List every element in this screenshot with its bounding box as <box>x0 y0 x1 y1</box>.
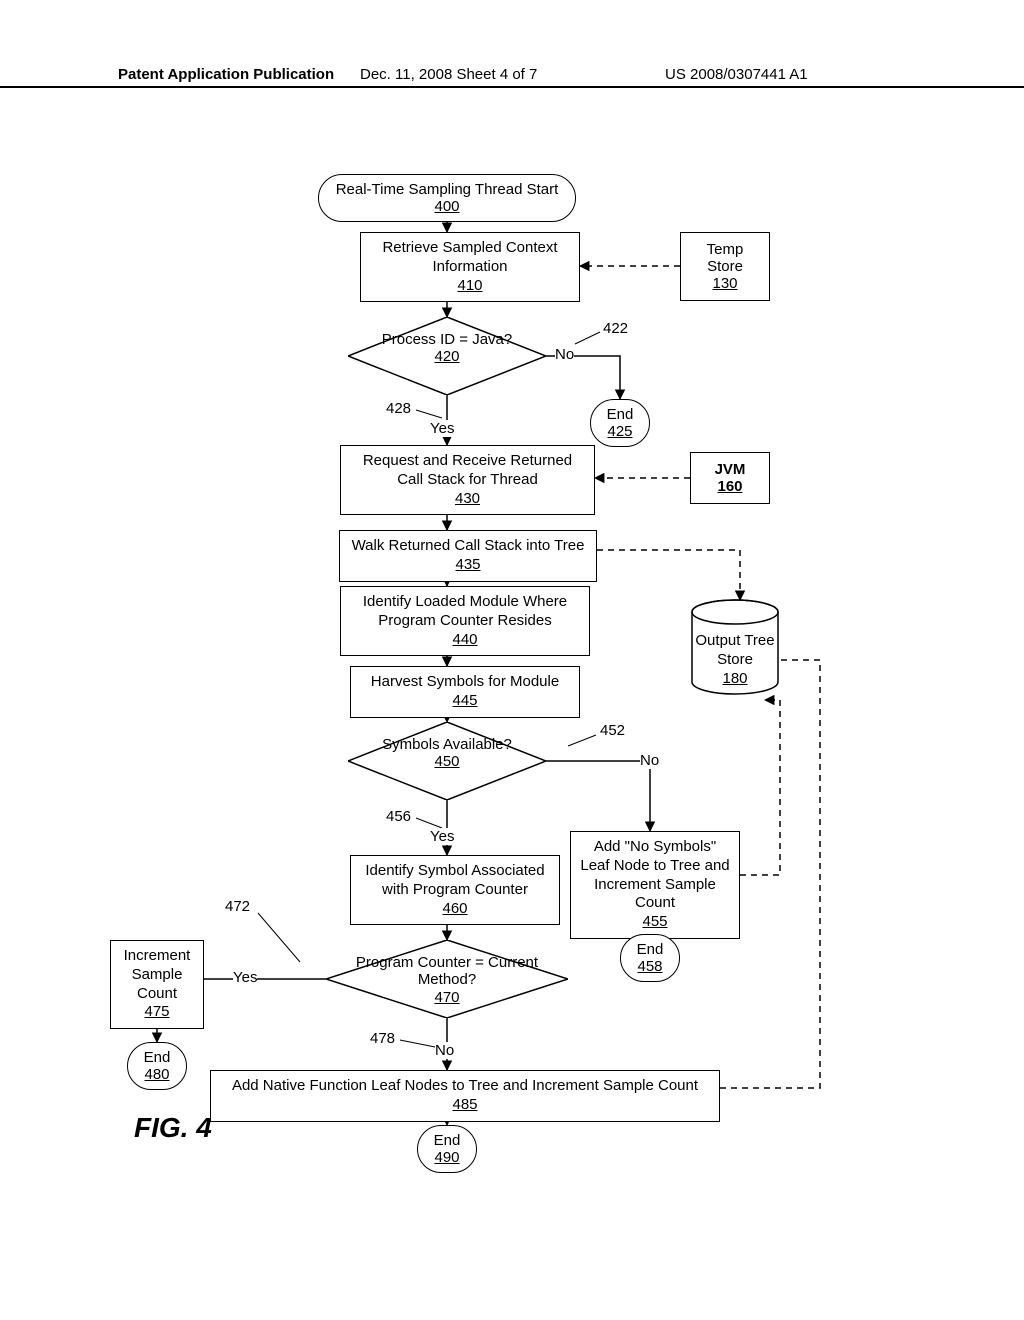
e458-ref: 458 <box>635 958 665 975</box>
e480-text: End <box>144 1049 171 1066</box>
n460-ref: 460 <box>359 900 551 919</box>
ref-472: 472 <box>225 898 250 915</box>
n455-text: Add "No Symbols" Leaf Node to Tree and I… <box>580 838 729 911</box>
decision-450: Symbols Available? 450 <box>348 722 546 800</box>
store-temp: Temp Store 130 <box>680 232 770 301</box>
process-440: Identify Loaded Module Where Program Cou… <box>340 586 590 656</box>
tempstore-ref: 130 <box>691 275 759 292</box>
n410-text: Retrieve Sampled Context Information <box>382 239 557 275</box>
header-left: Patent Application Publication <box>118 66 334 83</box>
figure-label: FIG. 4 <box>134 1112 212 1144</box>
process-410: Retrieve Sampled Context Information 410 <box>360 232 580 302</box>
process-485: Add Native Function Leaf Nodes to Tree a… <box>210 1070 720 1122</box>
terminator-start: Real-Time Sampling Thread Start 400 <box>318 174 576 222</box>
tempstore-text: Temp Store <box>707 241 744 275</box>
n410-ref: 410 <box>369 277 571 296</box>
ots-ref: 180 <box>680 670 790 689</box>
n430-ref: 430 <box>349 490 586 509</box>
page-header: Patent Application Publication Dec. 11, … <box>0 86 1024 110</box>
d470-text: Program Counter = Current Method? <box>356 954 538 988</box>
process-445: Harvest Symbols for Module 445 <box>350 666 580 718</box>
n475-ref: 475 <box>119 1003 195 1022</box>
terminator-end-425: End 425 <box>590 399 650 447</box>
n485-ref: 485 <box>219 1096 711 1115</box>
e425-ref: 425 <box>605 423 635 440</box>
ref-452: 452 <box>600 722 625 739</box>
label-yes-472: Yes <box>233 969 257 986</box>
e458-text: End <box>637 941 664 958</box>
e480-ref: 480 <box>142 1066 172 1083</box>
ref-422: 422 <box>603 320 628 337</box>
d420-text: Process ID = Java? <box>382 331 512 348</box>
d450-ref: 450 <box>348 753 546 770</box>
jvm-ref: 160 <box>701 478 759 495</box>
start-text: Real-Time Sampling Thread Start <box>336 181 559 198</box>
e425-text: End <box>607 406 634 423</box>
store-jvm: JVM 160 <box>690 452 770 504</box>
process-475: Increment Sample Count 475 <box>110 940 204 1029</box>
d420-ref: 420 <box>348 348 546 365</box>
d450-text: Symbols Available? <box>382 736 512 753</box>
header-right: US 2008/0307441 A1 <box>665 66 808 83</box>
terminator-end-458: End 458 <box>620 934 680 982</box>
n445-ref: 445 <box>359 692 571 711</box>
process-430: Request and Receive Returned Call Stack … <box>340 445 595 515</box>
e490-text: End <box>434 1132 461 1149</box>
process-435: Walk Returned Call Stack into Tree 435 <box>339 530 597 582</box>
n435-ref: 435 <box>348 556 588 575</box>
decision-420: Process ID = Java? 420 <box>348 317 546 395</box>
ref-456: 456 <box>386 808 411 825</box>
process-460: Identify Symbol Associated with Program … <box>350 855 560 925</box>
n440-text: Identify Loaded Module Where Program Cou… <box>363 593 567 629</box>
n485-text: Add Native Function Leaf Nodes to Tree a… <box>232 1077 698 1094</box>
terminator-end-490: End 490 <box>417 1125 477 1173</box>
label-no-422: No <box>555 346 574 363</box>
start-ref: 400 <box>333 198 561 215</box>
n440-ref: 440 <box>349 631 581 650</box>
n455-ref: 455 <box>579 913 731 932</box>
terminator-end-480: End 480 <box>127 1042 187 1090</box>
label-yes-428: Yes <box>430 420 454 437</box>
datastore-output-tree: Output Tree Store 180 <box>680 598 790 694</box>
n460-text: Identify Symbol Associated with Program … <box>365 862 544 898</box>
n475-text: Increment Sample Count <box>124 947 191 1002</box>
ots-text: Output Tree Store <box>695 632 774 668</box>
decision-470: Program Counter = Current Method? 470 <box>326 940 568 1018</box>
header-mid: Dec. 11, 2008 Sheet 4 of 7 <box>360 66 537 83</box>
label-yes-456: Yes <box>430 828 454 845</box>
jvm-text: JVM <box>715 461 746 478</box>
ref-428: 428 <box>386 400 411 417</box>
d470-ref: 470 <box>326 989 568 1006</box>
process-455: Add "No Symbols" Leaf Node to Tree and I… <box>570 831 740 939</box>
n430-text: Request and Receive Returned Call Stack … <box>363 452 572 488</box>
n435-text: Walk Returned Call Stack into Tree <box>352 537 585 554</box>
ref-478: 478 <box>370 1030 395 1047</box>
label-no-452: No <box>640 752 659 769</box>
n445-text: Harvest Symbols for Module <box>371 673 559 690</box>
e490-ref: 490 <box>432 1149 462 1166</box>
label-no-478: No <box>435 1042 454 1059</box>
